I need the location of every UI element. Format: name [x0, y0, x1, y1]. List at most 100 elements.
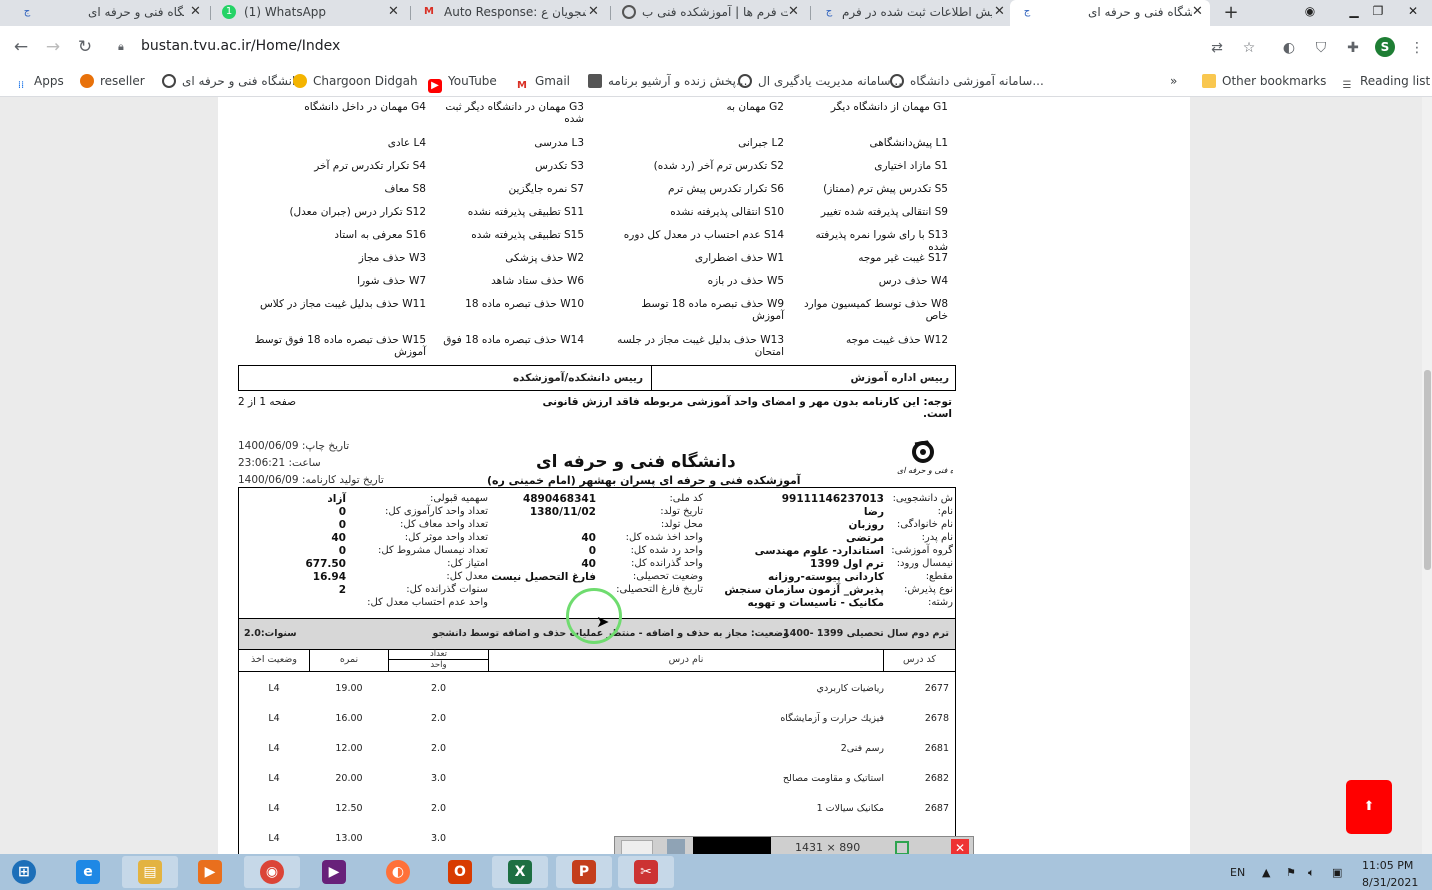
start-button[interactable]: ⊞: [0, 856, 50, 888]
field-value: 0: [588, 545, 596, 557]
signature-box: رییس اداره آموزش رییس دانشکده/آموزشکده: [238, 365, 956, 391]
tab-forms[interactable]: فهرست فرم ها | آموزشکده فنی ب ✕: [612, 0, 808, 26]
menu-kebab-icon[interactable]: ⋮: [1408, 39, 1426, 57]
window-close-icon[interactable]: ✕: [1394, 0, 1432, 26]
legend-entry: G4 مهمان در داخل دانشگاه: [304, 101, 426, 113]
reload-icon[interactable]: ↻: [74, 36, 96, 58]
legend-entry: S14 عدم احتساب در معدل کل دوره: [623, 229, 784, 241]
bookmark-chargoon[interactable]: Chargoon Didgah: [293, 72, 418, 90]
bookmark-lms[interactable]: سامانه مدیریت یادگیری ال...: [738, 72, 902, 90]
bookmark-gmail[interactable]: M Gmail: [515, 72, 571, 91]
translate-icon[interactable]: ⇄: [1208, 39, 1226, 57]
close-icon[interactable]: ✕: [994, 4, 1005, 19]
field-label: امتیاز کل:: [447, 558, 488, 569]
tab-search-icon[interactable]: ◉: [1300, 0, 1320, 26]
field-value: 0: [338, 545, 346, 557]
tvu-favicon: ج: [825, 6, 833, 17]
maximize-icon[interactable]: ❐: [1366, 0, 1390, 26]
taskbar-office[interactable]: O: [432, 856, 488, 888]
url-text[interactable]: bustan.tvu.ac.ir/Home/Index: [141, 38, 340, 54]
tab-gmail[interactable]: M Auto Response: دانشجویان ع ✕: [412, 0, 608, 26]
close-icon[interactable]: ✕: [388, 4, 399, 19]
clock-time[interactable]: 11:05 PM: [1362, 859, 1413, 872]
scroll-to-top-button[interactable]: ⬆: [1346, 780, 1392, 834]
legend-entry: S6 تکرار تکدرس پیش ترم: [667, 183, 784, 195]
legend-entry: S3 تکدرس: [535, 160, 584, 172]
back-icon[interactable]: ←: [10, 36, 32, 58]
taskbar-powerpoint[interactable]: P: [556, 856, 612, 888]
field-value: پذیرش_ آزمون سازمان سنجش: [724, 584, 884, 596]
legend-entry: W7 حذف شورا: [357, 275, 426, 287]
globe-icon: [738, 74, 752, 88]
bookmark-star-icon[interactable]: ☆: [1240, 39, 1258, 57]
legend-entry: W9 حذف تبصره ماده 18 توسط آموزش: [641, 298, 784, 322]
close-icon[interactable]: ✕: [190, 4, 201, 19]
volume-icon[interactable]: 🔈︎: [1308, 866, 1315, 880]
grade-cell-units: 3.0: [430, 833, 447, 844]
close-icon[interactable]: ✕: [588, 4, 599, 19]
cursor-highlight: [566, 588, 622, 644]
flag-icon[interactable]: ⚑: [1286, 866, 1296, 879]
bookmark-apps[interactable]: ⁞⁞ Apps: [14, 72, 64, 91]
bookmark-edu[interactable]: سامانه آموزشی دانشگاه...: [890, 72, 1044, 90]
field-label: معدل کل:: [446, 571, 488, 582]
legend-entry: W15 حذف تبصره ماده 18 فوق توسط آموزش: [254, 334, 426, 358]
taskbar-ie[interactable]: e: [60, 856, 116, 888]
grade-table: کد درس نام درس تعداد واحد نمره وضعیت اخذ…: [238, 649, 956, 859]
grade-cell-status: L4: [268, 743, 280, 754]
scrollbar-thumb[interactable]: [1424, 370, 1431, 570]
tab-separator: [410, 6, 411, 20]
col-header-status: وضعیت اخذ: [239, 649, 310, 672]
tab-title: Auto Response: دانشجویان ع: [444, 5, 586, 19]
taskbar-snipping[interactable]: ✂: [618, 856, 674, 888]
legend-entry: W14 حذف تبصره ماده 18 فوق: [443, 334, 584, 346]
bookmark-tvu[interactable]: دانشگاه فنی و حرفه ای: [162, 72, 301, 90]
bookmark-live[interactable]: پخش زنده و آرشیو برنامه...: [588, 72, 747, 90]
tab-whatsapp[interactable]: 1 (1) WhatsApp ✕: [212, 0, 408, 26]
tray-expand-icon[interactable]: ▲: [1262, 866, 1270, 879]
bookmark-label: Gmail: [535, 74, 571, 88]
extension-icon[interactable]: ◐: [1280, 39, 1298, 57]
legend-entry: L1 پیش‌دانشگاهی: [869, 137, 948, 149]
tab-form-data[interactable]: ج نمایش اطلاعات ثبت شده در فرم ✕: [812, 0, 1008, 26]
camera-icon[interactable]: [667, 839, 685, 855]
legend-entry: S4 تکرار تکدرس ترم آخر: [314, 160, 426, 172]
reading-list[interactable]: ☰ Reading list: [1340, 72, 1431, 91]
field-value: 2: [338, 584, 346, 596]
field-label: گروه آموزشی:: [891, 545, 953, 556]
bookmark-youtube[interactable]: ▶ YouTube: [428, 72, 497, 93]
other-bookmarks[interactable]: Other bookmarks: [1202, 72, 1326, 90]
field-label: نام:: [937, 506, 953, 517]
close-icon[interactable]: ✕: [788, 4, 799, 19]
shield-icon[interactable]: ⛉: [1312, 39, 1330, 57]
clock-date[interactable]: 8/31/2021: [1362, 876, 1418, 889]
legend-entry: S8 معاف: [384, 183, 426, 195]
language-indicator[interactable]: EN: [1230, 866, 1245, 879]
network-icon[interactable]: ▣: [1332, 866, 1342, 879]
field-label: واحد رد شده کل:: [630, 545, 703, 556]
legend-entry: W4 حذف درس: [878, 275, 948, 287]
taskbar-firefox[interactable]: ◐: [370, 856, 426, 888]
tab-tvu-active[interactable]: ج دانشگاه فنی و حرفه ای ✕: [1010, 0, 1210, 26]
new-tab-button[interactable]: +: [1220, 3, 1242, 23]
taskbar-chrome[interactable]: ◉: [244, 856, 300, 888]
field-label: نام خانوادگی:: [896, 519, 953, 530]
close-icon[interactable]: ✕: [1192, 4, 1203, 19]
recorder-area-icon[interactable]: [895, 841, 909, 855]
taskbar-media[interactable]: ▶: [182, 856, 238, 888]
tab-tvu-1[interactable]: ج دانشگاه فنی و حرفه ای ✕: [0, 0, 208, 26]
page-number: صفحه 1 از 2: [238, 396, 297, 408]
puzzle-icon[interactable]: ✚: [1344, 39, 1362, 57]
forward-icon[interactable]: →: [42, 36, 64, 58]
taskbar-explorer[interactable]: ▤: [122, 856, 178, 888]
taskbar-visualstudio[interactable]: ▶: [306, 856, 362, 888]
apps-grid-icon: ⁞⁞: [17, 80, 25, 91]
bookmarks-overflow-button[interactable]: »: [1170, 72, 1177, 90]
folder-icon: [1202, 74, 1216, 88]
profile-avatar[interactable]: S: [1375, 37, 1395, 57]
legend-entry: L3 مدرسی: [534, 137, 584, 149]
field-label: واحد عدم احتساب معدل کل:: [367, 597, 488, 608]
minimize-icon[interactable]: ▁: [1342, 0, 1366, 26]
bookmark-reseller[interactable]: reseller: [80, 72, 145, 90]
taskbar-excel[interactable]: X: [492, 856, 548, 888]
